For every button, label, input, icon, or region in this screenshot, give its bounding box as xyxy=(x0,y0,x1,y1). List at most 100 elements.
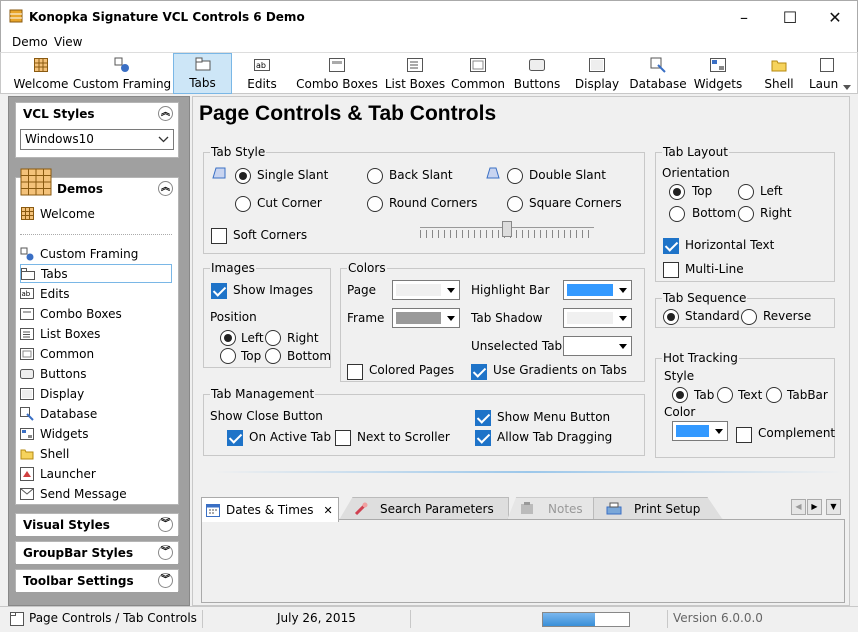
toolbar-shell-button[interactable]: Shell xyxy=(757,53,801,94)
nav-item-custom-framing[interactable]: Custom Framing xyxy=(20,244,172,263)
display-icon xyxy=(20,387,34,401)
frame-color-select[interactable] xyxy=(392,308,460,328)
colored-pages-checkbox[interactable] xyxy=(347,364,363,380)
toolbar-list-boxes-button[interactable]: List Boxes xyxy=(383,53,447,94)
highlight-bar-select[interactable] xyxy=(563,280,632,300)
toolbar-tabs-button[interactable]: Tabs xyxy=(173,53,232,94)
orientation-bottom-radio[interactable] xyxy=(669,206,685,222)
tab-close-icon[interactable]: ✕ xyxy=(324,504,333,517)
soft-corners-checkbox[interactable] xyxy=(211,228,227,244)
vcl-style-select[interactable]: Windows10 xyxy=(20,129,174,150)
multi-line-checkbox[interactable] xyxy=(663,262,679,278)
nav-item-display[interactable]: Display xyxy=(20,384,172,403)
use-gradients-checkbox[interactable] xyxy=(471,364,487,380)
chevron-up-icon[interactable]: ︽ xyxy=(158,181,173,196)
toolbar-common-button[interactable]: Common xyxy=(449,53,507,94)
complement-checkbox[interactable] xyxy=(736,427,752,443)
nav-item-list-boxes[interactable]: List Boxes xyxy=(20,324,172,343)
maximize-button[interactable]: ☐ xyxy=(767,1,813,33)
hot-tab-radio[interactable] xyxy=(672,387,688,403)
show-menu-checkbox[interactable] xyxy=(475,410,491,426)
toolbar-widgets-button[interactable]: Widgets xyxy=(691,53,745,94)
nav-item-common[interactable]: Common xyxy=(20,344,172,363)
chevron-down-icon[interactable]: ︾ xyxy=(158,573,173,588)
horizontal-text-checkbox[interactable] xyxy=(663,238,679,254)
round-corners-radio[interactable] xyxy=(367,196,383,212)
nav-item-widgets[interactable]: Widgets xyxy=(20,424,172,443)
orientation-left-label: Left xyxy=(760,184,783,198)
dropdown-arrow-icon xyxy=(619,288,627,293)
nav-item-edits[interactable]: ab Edits xyxy=(20,284,172,303)
combo-icon xyxy=(329,57,345,73)
nav-item-buttons[interactable]: Buttons xyxy=(20,364,172,383)
toolbar-settings-group[interactable]: Toolbar Settings ︾ xyxy=(15,569,179,592)
chevron-up-icon[interactable]: ︽ xyxy=(158,106,173,121)
double-slant-radio[interactable] xyxy=(507,168,523,184)
nav-item-combo-boxes[interactable]: Combo Boxes xyxy=(20,304,172,323)
groupbar-styles-group[interactable]: GroupBar Styles ︾ xyxy=(15,541,179,564)
tab-shadow-select[interactable] xyxy=(563,308,632,328)
slider-thumb[interactable] xyxy=(502,221,512,237)
tab-management-group: Tab Management Show Close Button On Acti… xyxy=(203,387,645,456)
on-active-tab-checkbox[interactable] xyxy=(227,430,243,446)
vcl-styles-header[interactable]: VCL Styles ︽ xyxy=(16,103,178,125)
colored-pages-label: Colored Pages xyxy=(369,363,455,377)
back-slant-radio[interactable] xyxy=(367,168,383,184)
toolbar-combo-boxes-button[interactable]: Combo Boxes xyxy=(293,53,381,94)
orientation-right-radio[interactable] xyxy=(738,206,754,222)
tab-print-setup[interactable]: Print Setup xyxy=(593,497,723,520)
edits-icon: ab xyxy=(254,57,270,73)
toolbar-overflow-arrow[interactable] xyxy=(843,85,851,90)
toolbar-launcher-button[interactable]: Laun xyxy=(809,53,841,94)
image-top-radio[interactable] xyxy=(220,348,236,364)
chevron-down-icon[interactable]: ︾ xyxy=(158,545,173,560)
group-label: Tab Sequence xyxy=(662,291,748,305)
toolbar-database-button[interactable]: Database xyxy=(627,53,689,94)
next-to-scroller-checkbox[interactable] xyxy=(335,430,351,446)
close-button[interactable]: ✕ xyxy=(812,1,858,33)
toolbar-edits-button[interactable]: ab Edits xyxy=(239,53,285,94)
framing-icon xyxy=(20,247,34,261)
demos-header[interactable]: Demos ︽ xyxy=(16,168,178,200)
allow-dragging-checkbox[interactable] xyxy=(475,430,491,446)
toolbar-label: Laun xyxy=(809,77,839,91)
nav-item-send-message[interactable]: Send Message xyxy=(20,484,172,503)
single-slant-radio[interactable] xyxy=(235,168,251,184)
tab-search-parameters[interactable]: Search Parameters xyxy=(339,497,509,520)
sequence-standard-radio[interactable] xyxy=(663,309,679,325)
scroll-right-button[interactable]: ▶ xyxy=(807,499,822,515)
page-color-select[interactable] xyxy=(392,280,460,300)
hot-text-radio[interactable] xyxy=(717,387,733,403)
unselected-tab-select[interactable] xyxy=(563,336,632,356)
orientation-top-radio[interactable] xyxy=(669,184,685,200)
scroll-left-button[interactable]: ◀ xyxy=(791,499,806,515)
image-left-radio[interactable] xyxy=(220,330,236,346)
nav-item-welcome[interactable]: Welcome xyxy=(20,204,172,223)
minimize-button[interactable]: – xyxy=(721,1,767,33)
square-corners-radio[interactable] xyxy=(507,196,523,212)
toolbar-welcome-button[interactable]: Welcome xyxy=(11,53,71,94)
show-images-checkbox[interactable] xyxy=(211,283,227,299)
nav-item-database[interactable]: Database xyxy=(20,404,172,423)
status-progress-fill xyxy=(543,613,595,626)
tab-menu-button[interactable]: ▼ xyxy=(826,499,841,515)
orientation-left-radio[interactable] xyxy=(738,184,754,200)
show-close-label: Show Close Button xyxy=(210,409,323,423)
tab-dates-times[interactable]: Dates & Times ✕ xyxy=(201,497,339,522)
hot-tabbar-radio[interactable] xyxy=(766,387,782,403)
nav-item-launcher[interactable]: Launcher xyxy=(20,464,172,483)
cut-corner-radio[interactable] xyxy=(235,196,251,212)
sequence-reverse-radio[interactable] xyxy=(741,309,757,325)
image-bottom-radio[interactable] xyxy=(265,348,281,364)
nav-item-tabs[interactable]: Tabs xyxy=(20,264,172,283)
nav-item-shell[interactable]: Shell xyxy=(20,444,172,463)
chevron-down-icon[interactable]: ︾ xyxy=(158,517,173,532)
toolbar-buttons-button[interactable]: Buttons xyxy=(511,53,563,94)
menu-view[interactable]: View xyxy=(54,35,82,49)
toolbar-display-button[interactable]: Display xyxy=(571,53,623,94)
visual-styles-group[interactable]: Visual Styles ︾ xyxy=(15,513,179,536)
image-right-radio[interactable] xyxy=(265,330,281,346)
toolbar-custom-framing-button[interactable]: Custom Framing xyxy=(73,53,171,94)
menu-demo[interactable]: Demo xyxy=(12,35,48,49)
hot-color-select[interactable] xyxy=(672,421,728,441)
